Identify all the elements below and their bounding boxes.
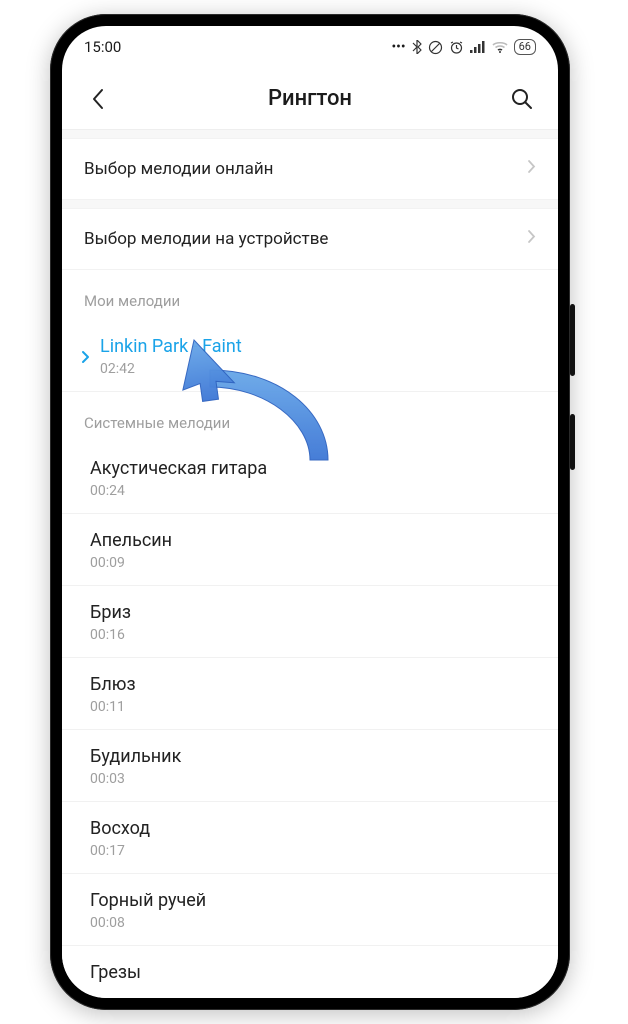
ringtone-name: Апельсин (90, 530, 530, 551)
ringtone-duration: 00:11 (90, 699, 530, 715)
system-ringtone-row[interactable]: Будильник 00:03 (62, 730, 558, 802)
ringtone-name: Бриз (90, 602, 530, 623)
ringtone-duration: 00:08 (90, 915, 530, 931)
ringtone-name: Грезы (90, 962, 530, 983)
divider (62, 130, 558, 138)
dnd-icon (428, 40, 443, 55)
back-button[interactable] (82, 83, 114, 115)
system-ringtone-row[interactable]: Бриз 00:16 (62, 586, 558, 658)
ringtone-duration: 00:16 (90, 627, 530, 643)
system-ringtone-row[interactable]: Апельсин 00:09 (62, 514, 558, 586)
ringtone-name: Блюз (90, 674, 530, 695)
select-device-label: Выбор мелодии на устройстве (84, 229, 328, 249)
ringtone-name: Горный ручей (90, 890, 530, 911)
content-scroll[interactable]: Выбор мелодии онлайн Выбор мелодии на ус… (62, 130, 558, 998)
ringtone-duration: 00:09 (90, 555, 530, 571)
app-bar: Рингтон (62, 68, 558, 130)
phone-frame: 15:00 ••• 66 Рингтон (50, 14, 570, 1010)
ringtone-name: Акустическая гитара (90, 458, 530, 479)
my-ringtone-row[interactable]: Linkin Park - Faint 02:42 (62, 320, 558, 392)
ringtone-name: Linkin Park - Faint (100, 336, 536, 357)
search-button[interactable] (506, 83, 538, 115)
battery-indicator: 66 (514, 39, 536, 55)
chevron-left-icon (91, 88, 105, 110)
page-title: Рингтон (114, 86, 506, 111)
alarm-icon (449, 40, 464, 55)
ringtone-name: Будильник (90, 746, 530, 767)
system-ringtone-row[interactable]: Горный ручей 00:08 (62, 874, 558, 946)
system-ringtone-row[interactable]: Акустическая гитара 00:24 (62, 442, 558, 514)
wifi-icon (492, 41, 508, 53)
system-ringtone-row[interactable]: Блюз 00:11 (62, 658, 558, 730)
system-ringtone-row[interactable]: Восход 00:17 (62, 802, 558, 874)
signal-icon (470, 41, 486, 53)
select-online-label: Выбор мелодии онлайн (84, 159, 274, 179)
status-icons: ••• 66 (391, 39, 536, 55)
chevron-right-icon (527, 159, 536, 179)
screen: 15:00 ••• 66 Рингтон (62, 26, 558, 998)
chevron-right-icon (527, 229, 536, 249)
my-ringtones-header: Мои мелодии (62, 270, 558, 320)
status-bar: 15:00 ••• 66 (62, 26, 558, 68)
ringtone-duration: 00:03 (90, 771, 530, 787)
ringtone-name: Восход (90, 818, 530, 839)
ringtone-duration: 02:42 (100, 361, 536, 377)
selected-indicator-icon (76, 350, 94, 364)
system-ringtones-header: Системные мелодии (62, 392, 558, 442)
ringtone-duration: 00:24 (90, 483, 530, 499)
ringtone-duration: 00:17 (90, 843, 530, 859)
bluetooth-icon (412, 40, 422, 54)
divider (62, 200, 558, 208)
search-icon (511, 88, 533, 110)
select-online-row[interactable]: Выбор мелодии онлайн (62, 138, 558, 200)
status-time: 15:00 (84, 38, 121, 56)
select-device-row[interactable]: Выбор мелодии на устройстве (62, 208, 558, 270)
more-icon: ••• (391, 39, 405, 55)
system-ringtone-row[interactable]: Грезы (62, 946, 558, 998)
